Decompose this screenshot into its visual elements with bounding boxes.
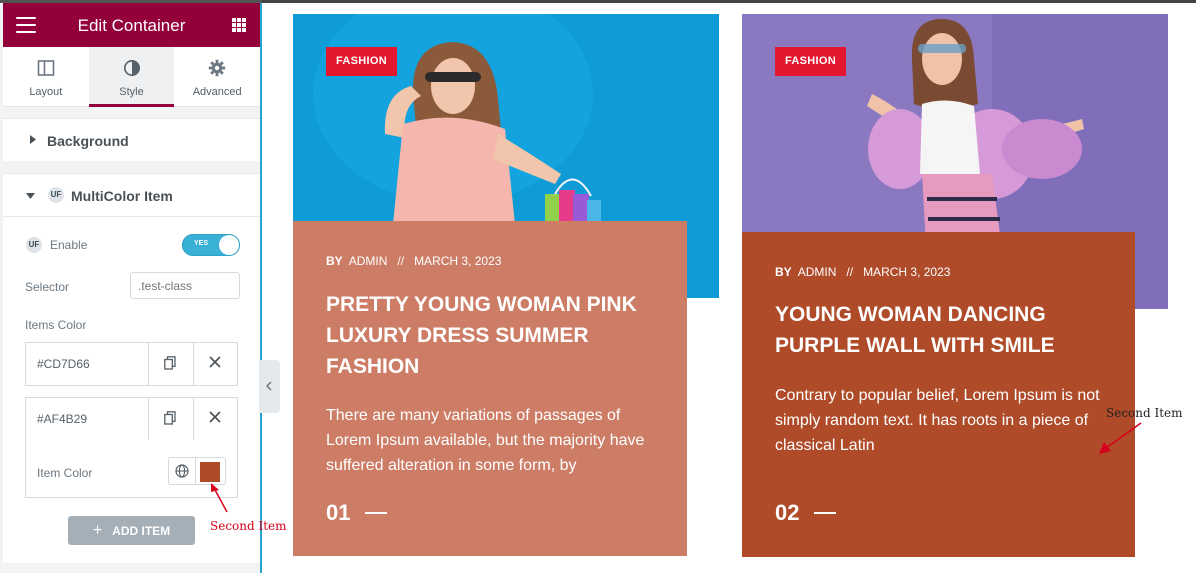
panel-tabs: Layout Style Advanced (3, 47, 260, 107)
repeater-item-2[interactable]: #AF4B29 (25, 397, 238, 441)
post-date: MARCH 3, 2023 (414, 254, 502, 268)
tab-style[interactable]: Style (88, 47, 175, 107)
number-dash (814, 512, 836, 514)
chevron-left-icon (265, 381, 272, 391)
items-color-label: Items Color (25, 318, 87, 332)
enable-toggle[interactable]: YES (182, 234, 240, 256)
selector-input[interactable] (130, 272, 240, 299)
plugin-badge-icon: UF (48, 187, 64, 203)
globe-icon (175, 464, 189, 478)
panel-collapse-handle[interactable] (259, 360, 280, 413)
tab-style-label: Style (119, 86, 144, 98)
post-date: MARCH 3, 2023 (863, 265, 951, 279)
meta-separator: // (397, 254, 405, 268)
duplicate-button[interactable] (148, 398, 192, 440)
caret-right-icon (30, 135, 36, 144)
item-color-label: Item Color (37, 466, 93, 480)
post-title-link[interactable]: PRETTY YOUNG WOMAN PINK LUXURY DRESS SUM… (326, 289, 656, 382)
tab-advanced-label: Advanced (192, 86, 242, 98)
add-item-button[interactable]: + ADD ITEM (68, 516, 195, 545)
annotation-arrow-icon (211, 483, 228, 513)
post-number: 02 (775, 500, 800, 525)
caret-down-icon (26, 193, 35, 199)
add-item-label: ADD ITEM (112, 524, 171, 538)
close-icon (209, 411, 221, 423)
section-background[interactable]: Background (3, 118, 260, 161)
post-meta: BY ADMIN // MARCH 3, 2023 (326, 254, 501, 268)
plus-icon: + (92, 522, 103, 539)
enable-label: Enable (50, 238, 88, 252)
copy-icon (164, 356, 176, 370)
tab-layout-label: Layout (29, 86, 63, 98)
category-tag[interactable]: FASHION (326, 47, 397, 76)
section-background-title: Background (47, 133, 129, 149)
item-color-picker[interactable] (196, 457, 226, 485)
post-by: BY (326, 254, 343, 268)
color-swatch (200, 462, 220, 482)
remove-button[interactable] (193, 398, 237, 440)
post-excerpt: There are many variations of passages of… (326, 407, 645, 474)
section-multicolor-title: MultiColor Item (71, 188, 173, 204)
post-number: 01 (326, 500, 351, 525)
style-icon (123, 60, 140, 76)
global-colors-button[interactable] (168, 457, 196, 485)
gear-icon (208, 59, 226, 77)
number-dash (365, 512, 387, 514)
post-card-1: BY ADMIN // MARCH 3, 2023 PRETTY YOUNG W… (293, 221, 687, 556)
post-card-2: BY ADMIN // MARCH 3, 2023 YOUNG WOMAN DA… (742, 232, 1135, 557)
remove-button[interactable] (193, 343, 237, 385)
post-title-link[interactable]: YOUNG WOMAN DANCING PURPLE WALL WITH SMI… (775, 299, 1095, 361)
selector-label: Selector (25, 280, 70, 294)
post-meta: BY ADMIN // MARCH 3, 2023 (775, 265, 950, 279)
layout-icon (37, 60, 55, 76)
panel-header: Edit Container (3, 3, 260, 47)
post-by: BY (775, 265, 792, 279)
meta-separator: // (846, 265, 854, 279)
annotation-arrow-icon (1099, 422, 1142, 454)
post-author-link[interactable]: ADMIN (798, 265, 837, 279)
repeater-item-value: #CD7D66 (37, 357, 90, 371)
toggle-yes-text: YES (194, 240, 209, 247)
tab-layout[interactable]: Layout (3, 47, 89, 106)
post-excerpt: Contrary to popular belief, Lorem Ipsum … (775, 387, 1100, 454)
category-tag[interactable]: FASHION (775, 47, 846, 76)
post-author-link[interactable]: ADMIN (349, 254, 388, 268)
preview-top-border (262, 0, 1196, 3)
widgets-grid-icon[interactable] (232, 18, 246, 32)
annotation-second-item-card: Second Item (1106, 406, 1183, 420)
plugin-badge-icon: UF (26, 237, 42, 253)
tab-advanced[interactable]: Advanced (174, 47, 260, 106)
annotation-second-item-panel: Second Item (210, 519, 287, 533)
repeater-item-value: #AF4B29 (37, 412, 88, 426)
copy-icon (164, 411, 176, 425)
duplicate-button[interactable] (148, 343, 192, 385)
panel-title: Edit Container (77, 16, 186, 35)
repeater-item-1[interactable]: #CD7D66 (25, 342, 238, 386)
toggle-knob (219, 235, 239, 255)
close-icon (209, 356, 221, 368)
section-multicolor[interactable]: UF MultiColor Item (3, 173, 260, 217)
